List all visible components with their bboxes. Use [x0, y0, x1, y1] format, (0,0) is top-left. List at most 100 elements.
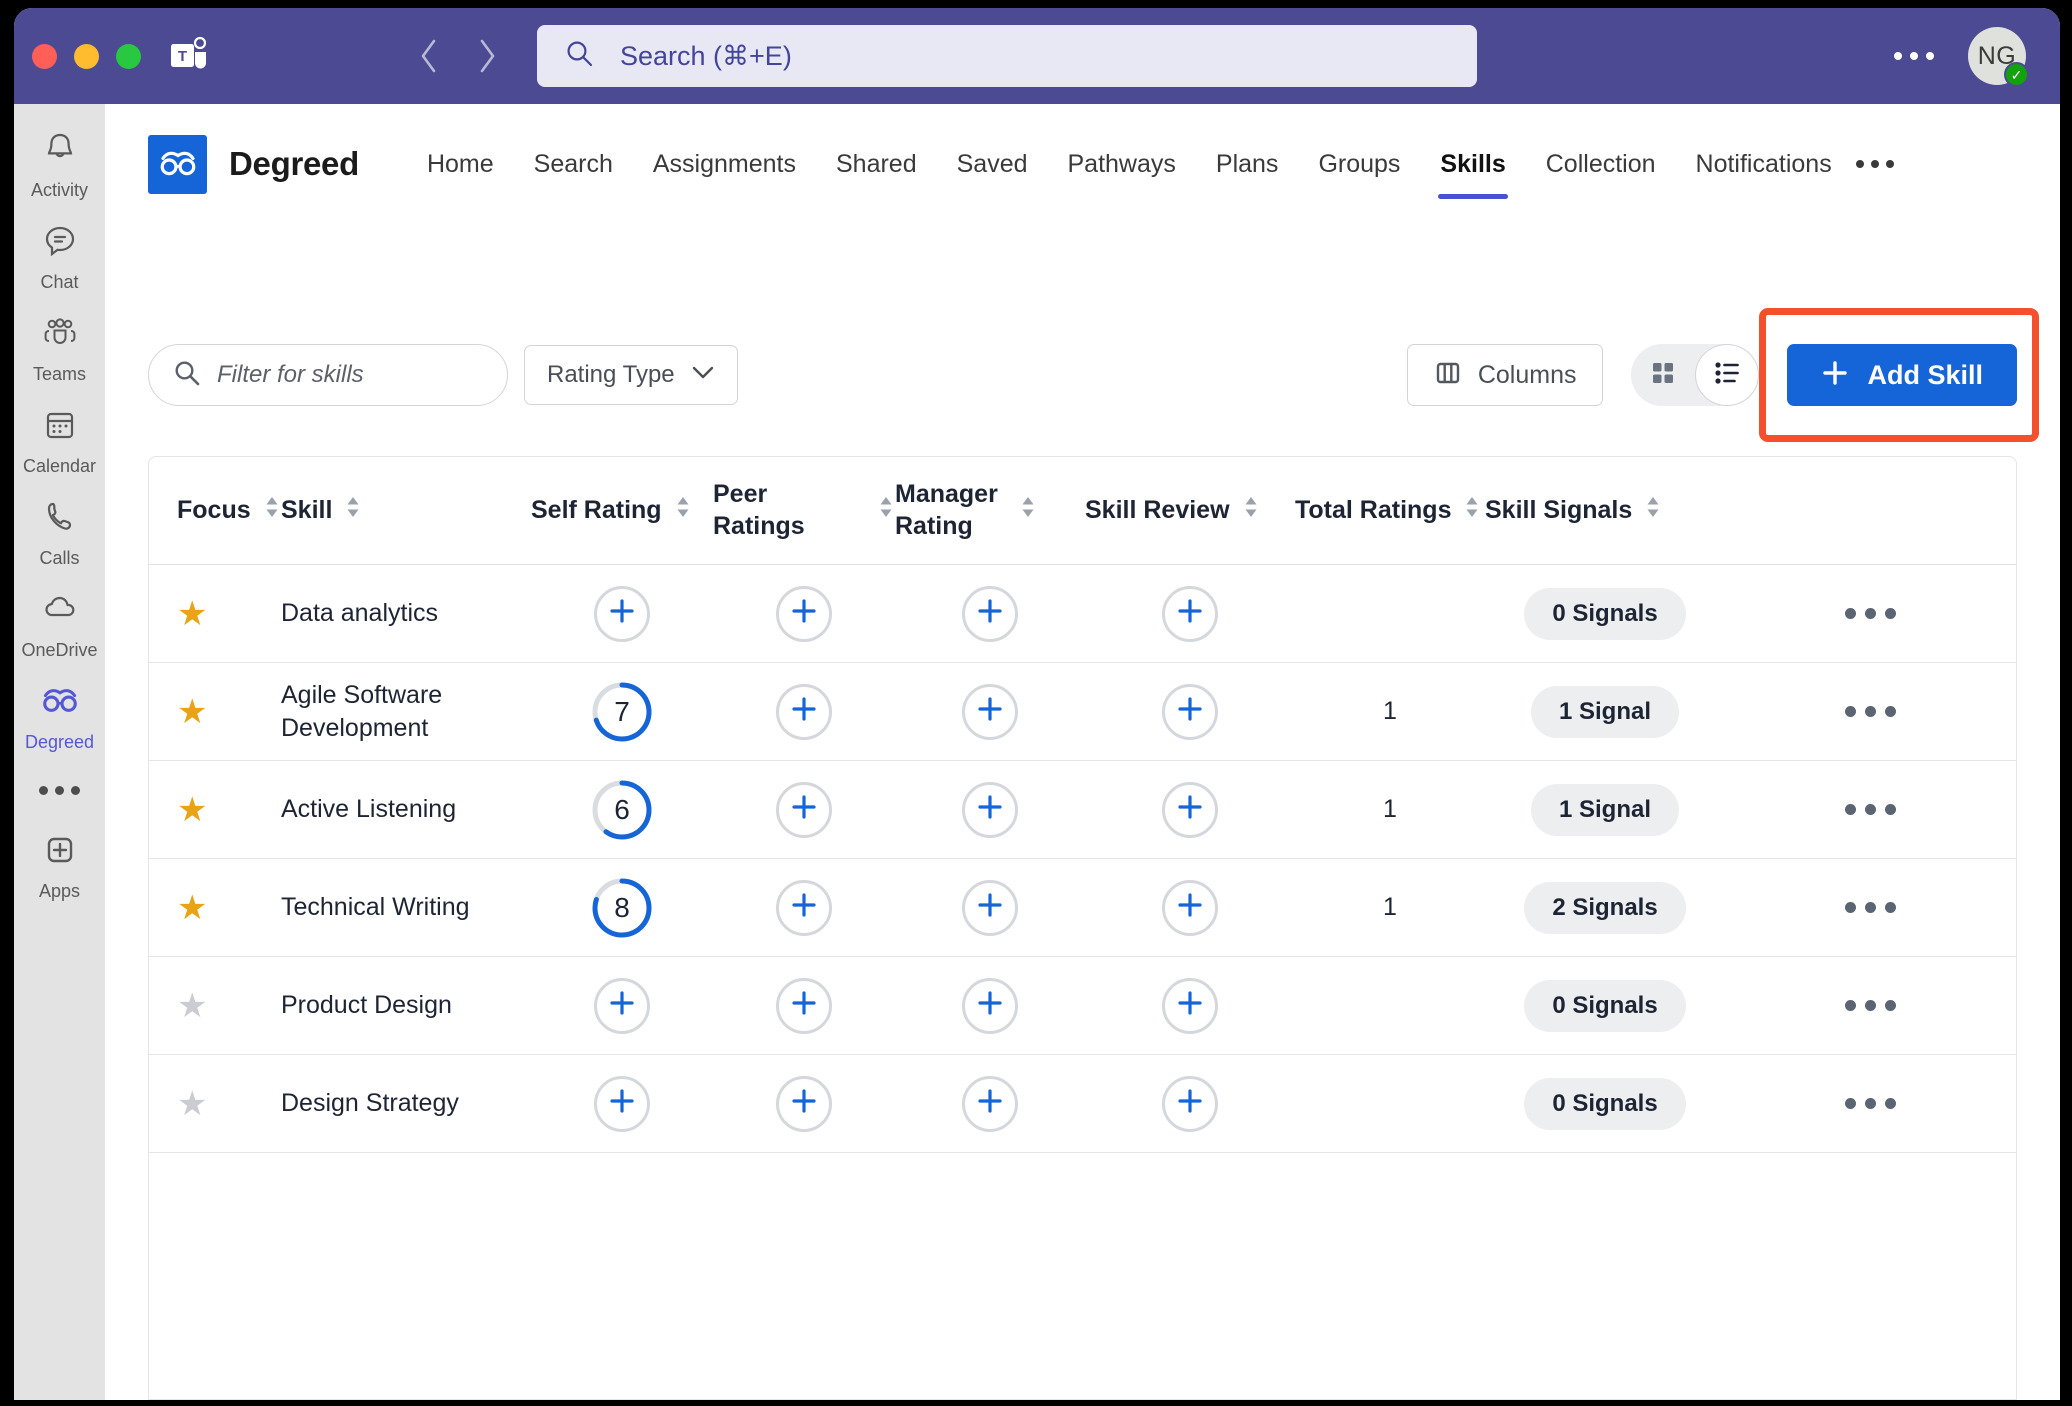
status-badge[interactable]: 2 Signals: [1524, 881, 1686, 934]
sidebar-item-degreed[interactable]: Degreed: [14, 670, 105, 762]
ellipsis-icon[interactable]: [1845, 804, 1896, 815]
status-badge[interactable]: 0 Signals: [1524, 979, 1686, 1032]
add-rating-button[interactable]: [962, 879, 1018, 936]
status-badge[interactable]: 1 Signal: [1530, 783, 1680, 836]
ellipsis-icon[interactable]: [1845, 1000, 1896, 1011]
sidebar-item-teams[interactable]: Teams: [14, 302, 105, 394]
col-header-skill-review[interactable]: Skill Review: [1085, 493, 1295, 528]
titlebar-overflow-icon[interactable]: [1894, 52, 1934, 60]
skill-name[interactable]: Agile Software Development: [281, 681, 442, 742]
ellipsis-icon[interactable]: [1845, 608, 1896, 619]
avatar[interactable]: NG ✓: [1968, 27, 2029, 87]
degreed-brand[interactable]: Degreed: [148, 134, 359, 194]
search-input[interactable]: Filter for skills: [217, 361, 364, 389]
self-rating-ring[interactable]: 7: [591, 681, 653, 743]
sidebar-item-apps[interactable]: Apps: [14, 819, 105, 911]
sidebar-item-chat[interactable]: Chat: [14, 210, 105, 302]
table-row[interactable]: ★ Active Listening 6 1 1 Signal: [149, 761, 2016, 859]
add-rating-button[interactable]: [594, 585, 650, 642]
rating-type-dropdown[interactable]: Rating Type: [524, 345, 738, 405]
ellipsis-icon[interactable]: [1845, 902, 1896, 913]
skill-name[interactable]: Active Listening: [281, 795, 456, 823]
status-badge[interactable]: 0 Signals: [1524, 587, 1686, 640]
add-rating-button[interactable]: [594, 1075, 650, 1132]
add-rating-button[interactable]: [776, 977, 832, 1034]
status-badge[interactable]: 1 Signal: [1530, 685, 1680, 738]
add-rating-button[interactable]: [1162, 879, 1218, 936]
skill-filter-field[interactable]: Filter for skills: [148, 344, 508, 406]
nav-overflow-icon[interactable]: [1855, 160, 1918, 168]
nav-item-shared[interactable]: Shared: [816, 129, 937, 199]
skill-name[interactable]: Technical Writing: [281, 893, 470, 921]
columns-button[interactable]: Columns: [1406, 344, 1604, 406]
add-rating-button[interactable]: [776, 585, 832, 642]
add-rating-button[interactable]: [776, 683, 832, 740]
focus-star-icon[interactable]: ★: [177, 693, 207, 731]
back-button[interactable]: [413, 34, 445, 78]
nav-item-pathways[interactable]: Pathways: [1048, 129, 1196, 199]
minimize-window-button[interactable]: [74, 43, 99, 69]
col-header-manager-rating[interactable]: Manager Rating: [895, 479, 1085, 542]
cell-focus[interactable]: ★: [149, 695, 281, 729]
add-rating-button[interactable]: [962, 977, 1018, 1034]
forward-button[interactable]: [471, 34, 503, 78]
ellipsis-icon[interactable]: [1845, 706, 1896, 717]
skill-name[interactable]: Design Strategy: [281, 1089, 459, 1117]
add-rating-button[interactable]: [776, 781, 832, 838]
nav-item-search[interactable]: Search: [514, 129, 633, 199]
nav-item-skills[interactable]: Skills: [1420, 129, 1525, 199]
nav-item-notifications[interactable]: Notifications: [1676, 129, 1852, 199]
table-row[interactable]: ★ Product Design 0 Signals: [149, 957, 2016, 1055]
col-header-focus[interactable]: Focus: [149, 493, 281, 528]
cell-focus[interactable]: ★: [149, 989, 281, 1023]
add-skill-button[interactable]: Add Skill: [1787, 344, 2017, 406]
focus-star-icon[interactable]: ★: [177, 791, 207, 829]
nav-item-assignments[interactable]: Assignments: [633, 129, 816, 199]
focus-star-icon[interactable]: ★: [177, 595, 207, 633]
add-rating-button[interactable]: [1162, 683, 1218, 740]
close-window-button[interactable]: [32, 43, 57, 69]
add-rating-button[interactable]: [1162, 977, 1218, 1034]
skill-name[interactable]: Product Design: [281, 991, 452, 1019]
self-rating-ring[interactable]: 6: [591, 779, 653, 841]
nav-item-groups[interactable]: Groups: [1298, 129, 1420, 199]
add-rating-button[interactable]: [962, 683, 1018, 740]
sidebar-item-calls[interactable]: Calls: [14, 486, 105, 578]
col-header-total-ratings[interactable]: Total Ratings: [1295, 493, 1485, 528]
sidebar-more-apps-icon[interactable]: [39, 762, 80, 819]
nav-item-plans[interactable]: Plans: [1196, 129, 1299, 199]
add-rating-button[interactable]: [1162, 585, 1218, 642]
self-rating-ring[interactable]: 8: [591, 877, 653, 939]
add-rating-button[interactable]: [962, 585, 1018, 642]
focus-star-icon[interactable]: ★: [177, 1085, 207, 1123]
grid-view-button[interactable]: [1631, 344, 1695, 406]
add-rating-button[interactable]: [1162, 1075, 1218, 1132]
skill-name[interactable]: Data analytics: [281, 599, 438, 627]
table-row[interactable]: ★ Data analytics 0 Signals: [149, 565, 2016, 663]
col-header-self-rating[interactable]: Self Rating: [531, 493, 713, 528]
sidebar-item-calendar[interactable]: Calendar: [14, 394, 105, 486]
col-header-skill[interactable]: Skill: [281, 493, 531, 528]
list-view-button[interactable]: [1695, 344, 1760, 406]
status-badge[interactable]: 0 Signals: [1524, 1077, 1686, 1130]
add-rating-button[interactable]: [776, 879, 832, 936]
add-rating-button[interactable]: [962, 1075, 1018, 1132]
nav-item-saved[interactable]: Saved: [937, 129, 1048, 199]
focus-star-icon[interactable]: ★: [177, 889, 207, 927]
add-rating-button[interactable]: [1162, 781, 1218, 838]
sidebar-item-activity[interactable]: Activity: [14, 118, 105, 210]
col-header-skill-signals[interactable]: Skill Signals: [1485, 493, 1725, 528]
add-rating-button[interactable]: [776, 1075, 832, 1132]
table-row[interactable]: ★ Technical Writing 8 1 2 Signals: [149, 859, 2016, 957]
maximize-window-button[interactable]: [116, 43, 141, 69]
cell-focus[interactable]: ★: [149, 891, 281, 925]
add-rating-button[interactable]: [962, 781, 1018, 838]
add-rating-button[interactable]: [594, 977, 650, 1034]
search-input[interactable]: Search (⌘+E): [620, 41, 792, 72]
nav-item-home[interactable]: Home: [407, 129, 514, 199]
col-header-peer-ratings[interactable]: Peer Ratings: [713, 479, 895, 542]
table-row[interactable]: ★ Design Strategy 0 Signals: [149, 1055, 2016, 1153]
cell-focus[interactable]: ★: [149, 597, 281, 631]
sidebar-item-onedrive[interactable]: OneDrive: [14, 578, 105, 670]
global-search-bar[interactable]: Search (⌘+E): [537, 25, 1477, 87]
